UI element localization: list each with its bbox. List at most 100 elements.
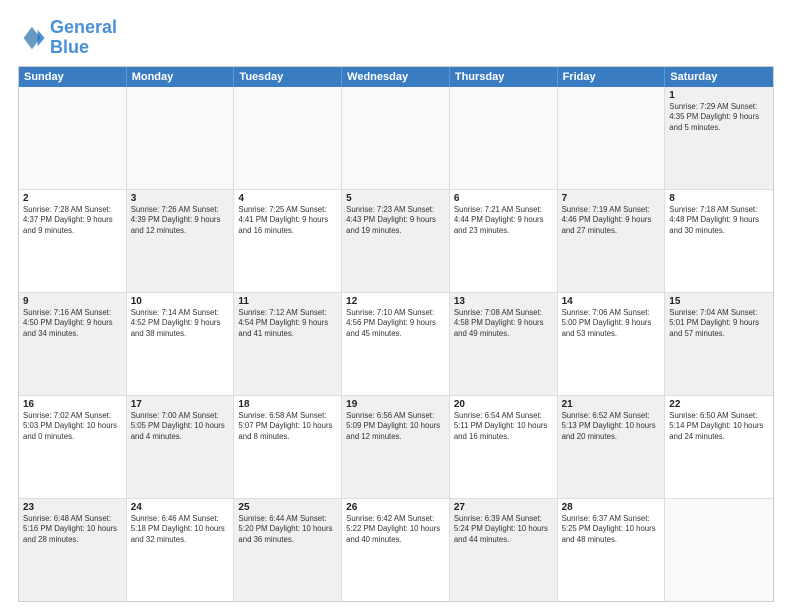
day-info: Sunrise: 7:00 AM Sunset: 5:05 PM Dayligh… <box>131 411 230 443</box>
day-info: Sunrise: 6:54 AM Sunset: 5:11 PM Dayligh… <box>454 411 553 443</box>
day-cell: 16Sunrise: 7:02 AM Sunset: 5:03 PM Dayli… <box>19 396 127 498</box>
day-cell: 27Sunrise: 6:39 AM Sunset: 5:24 PM Dayli… <box>450 499 558 601</box>
day-info: Sunrise: 6:44 AM Sunset: 5:20 PM Dayligh… <box>238 514 337 546</box>
day-info: Sunrise: 6:46 AM Sunset: 5:18 PM Dayligh… <box>131 514 230 546</box>
day-info: Sunrise: 7:26 AM Sunset: 4:39 PM Dayligh… <box>131 205 230 237</box>
day-number: 1 <box>669 90 769 101</box>
day-cell: 6Sunrise: 7:21 AM Sunset: 4:44 PM Daylig… <box>450 190 558 292</box>
day-cell: 20Sunrise: 6:54 AM Sunset: 5:11 PM Dayli… <box>450 396 558 498</box>
day-info: Sunrise: 7:16 AM Sunset: 4:50 PM Dayligh… <box>23 308 122 340</box>
day-header-sunday: Sunday <box>19 67 127 87</box>
day-info: Sunrise: 6:42 AM Sunset: 5:22 PM Dayligh… <box>346 514 445 546</box>
week-row-0: 1Sunrise: 7:29 AM Sunset: 4:35 PM Daylig… <box>19 87 773 190</box>
week-row-3: 16Sunrise: 7:02 AM Sunset: 5:03 PM Dayli… <box>19 396 773 499</box>
day-info: Sunrise: 7:25 AM Sunset: 4:41 PM Dayligh… <box>238 205 337 237</box>
day-cell: 1Sunrise: 7:29 AM Sunset: 4:35 PM Daylig… <box>665 87 773 189</box>
day-cell <box>342 87 450 189</box>
day-number: 26 <box>346 502 445 513</box>
week-row-2: 9Sunrise: 7:16 AM Sunset: 4:50 PM Daylig… <box>19 293 773 396</box>
header: General Blue <box>18 18 774 58</box>
day-number: 11 <box>238 296 337 307</box>
day-number: 20 <box>454 399 553 410</box>
day-info: Sunrise: 7:14 AM Sunset: 4:52 PM Dayligh… <box>131 308 230 340</box>
calendar: SundayMondayTuesdayWednesdayThursdayFrid… <box>18 66 774 602</box>
day-info: Sunrise: 7:08 AM Sunset: 4:58 PM Dayligh… <box>454 308 553 340</box>
day-info: Sunrise: 7:12 AM Sunset: 4:54 PM Dayligh… <box>238 308 337 340</box>
day-number: 23 <box>23 502 122 513</box>
day-cell: 19Sunrise: 6:56 AM Sunset: 5:09 PM Dayli… <box>342 396 450 498</box>
day-number: 10 <box>131 296 230 307</box>
logo: General Blue <box>18 18 117 58</box>
day-info: Sunrise: 7:02 AM Sunset: 5:03 PM Dayligh… <box>23 411 122 443</box>
day-cell: 15Sunrise: 7:04 AM Sunset: 5:01 PM Dayli… <box>665 293 773 395</box>
day-cell <box>558 87 666 189</box>
day-number: 24 <box>131 502 230 513</box>
day-cell <box>665 499 773 601</box>
day-cell: 4Sunrise: 7:25 AM Sunset: 4:41 PM Daylig… <box>234 190 342 292</box>
day-cell: 26Sunrise: 6:42 AM Sunset: 5:22 PM Dayli… <box>342 499 450 601</box>
day-info: Sunrise: 7:06 AM Sunset: 5:00 PM Dayligh… <box>562 308 661 340</box>
day-number: 9 <box>23 296 122 307</box>
day-info: Sunrise: 7:18 AM Sunset: 4:48 PM Dayligh… <box>669 205 769 237</box>
day-number: 25 <box>238 502 337 513</box>
day-number: 17 <box>131 399 230 410</box>
day-number: 13 <box>454 296 553 307</box>
day-cell: 5Sunrise: 7:23 AM Sunset: 4:43 PM Daylig… <box>342 190 450 292</box>
day-cell: 11Sunrise: 7:12 AM Sunset: 4:54 PM Dayli… <box>234 293 342 395</box>
day-cell: 24Sunrise: 6:46 AM Sunset: 5:18 PM Dayli… <box>127 499 235 601</box>
day-header-saturday: Saturday <box>665 67 773 87</box>
day-cell <box>19 87 127 189</box>
day-cell: 10Sunrise: 7:14 AM Sunset: 4:52 PM Dayli… <box>127 293 235 395</box>
day-number: 15 <box>669 296 769 307</box>
weeks: 1Sunrise: 7:29 AM Sunset: 4:35 PM Daylig… <box>19 87 773 601</box>
day-cell: 7Sunrise: 7:19 AM Sunset: 4:46 PM Daylig… <box>558 190 666 292</box>
day-number: 5 <box>346 193 445 204</box>
day-number: 14 <box>562 296 661 307</box>
day-cell <box>450 87 558 189</box>
week-row-1: 2Sunrise: 7:28 AM Sunset: 4:37 PM Daylig… <box>19 190 773 293</box>
day-info: Sunrise: 6:56 AM Sunset: 5:09 PM Dayligh… <box>346 411 445 443</box>
day-cell: 3Sunrise: 7:26 AM Sunset: 4:39 PM Daylig… <box>127 190 235 292</box>
day-info: Sunrise: 7:21 AM Sunset: 4:44 PM Dayligh… <box>454 205 553 237</box>
day-cell: 12Sunrise: 7:10 AM Sunset: 4:56 PM Dayli… <box>342 293 450 395</box>
day-number: 21 <box>562 399 661 410</box>
page: General Blue SundayMondayTuesdayWednesda… <box>0 0 792 612</box>
day-number: 22 <box>669 399 769 410</box>
day-info: Sunrise: 7:28 AM Sunset: 4:37 PM Dayligh… <box>23 205 122 237</box>
day-number: 2 <box>23 193 122 204</box>
day-info: Sunrise: 6:52 AM Sunset: 5:13 PM Dayligh… <box>562 411 661 443</box>
day-number: 7 <box>562 193 661 204</box>
day-cell: 17Sunrise: 7:00 AM Sunset: 5:05 PM Dayli… <box>127 396 235 498</box>
day-cell: 14Sunrise: 7:06 AM Sunset: 5:00 PM Dayli… <box>558 293 666 395</box>
day-cell: 18Sunrise: 6:58 AM Sunset: 5:07 PM Dayli… <box>234 396 342 498</box>
day-info: Sunrise: 6:48 AM Sunset: 5:16 PM Dayligh… <box>23 514 122 546</box>
day-headers: SundayMondayTuesdayWednesdayThursdayFrid… <box>19 67 773 87</box>
day-number: 19 <box>346 399 445 410</box>
day-number: 27 <box>454 502 553 513</box>
day-cell: 21Sunrise: 6:52 AM Sunset: 5:13 PM Dayli… <box>558 396 666 498</box>
logo-icon <box>18 24 46 52</box>
day-cell: 25Sunrise: 6:44 AM Sunset: 5:20 PM Dayli… <box>234 499 342 601</box>
day-cell: 13Sunrise: 7:08 AM Sunset: 4:58 PM Dayli… <box>450 293 558 395</box>
day-header-monday: Monday <box>127 67 235 87</box>
day-info: Sunrise: 6:39 AM Sunset: 5:24 PM Dayligh… <box>454 514 553 546</box>
day-info: Sunrise: 7:29 AM Sunset: 4:35 PM Dayligh… <box>669 102 769 134</box>
day-cell: 2Sunrise: 7:28 AM Sunset: 4:37 PM Daylig… <box>19 190 127 292</box>
day-number: 12 <box>346 296 445 307</box>
day-number: 4 <box>238 193 337 204</box>
day-number: 6 <box>454 193 553 204</box>
day-number: 3 <box>131 193 230 204</box>
day-header-friday: Friday <box>558 67 666 87</box>
day-number: 28 <box>562 502 661 513</box>
day-info: Sunrise: 6:37 AM Sunset: 5:25 PM Dayligh… <box>562 514 661 546</box>
week-row-4: 23Sunrise: 6:48 AM Sunset: 5:16 PM Dayli… <box>19 499 773 601</box>
day-cell: 28Sunrise: 6:37 AM Sunset: 5:25 PM Dayli… <box>558 499 666 601</box>
day-cell <box>127 87 235 189</box>
day-info: Sunrise: 6:50 AM Sunset: 5:14 PM Dayligh… <box>669 411 769 443</box>
day-cell <box>234 87 342 189</box>
day-info: Sunrise: 7:10 AM Sunset: 4:56 PM Dayligh… <box>346 308 445 340</box>
day-info: Sunrise: 7:23 AM Sunset: 4:43 PM Dayligh… <box>346 205 445 237</box>
day-cell: 8Sunrise: 7:18 AM Sunset: 4:48 PM Daylig… <box>665 190 773 292</box>
logo-text: General Blue <box>50 18 117 58</box>
day-header-tuesday: Tuesday <box>234 67 342 87</box>
